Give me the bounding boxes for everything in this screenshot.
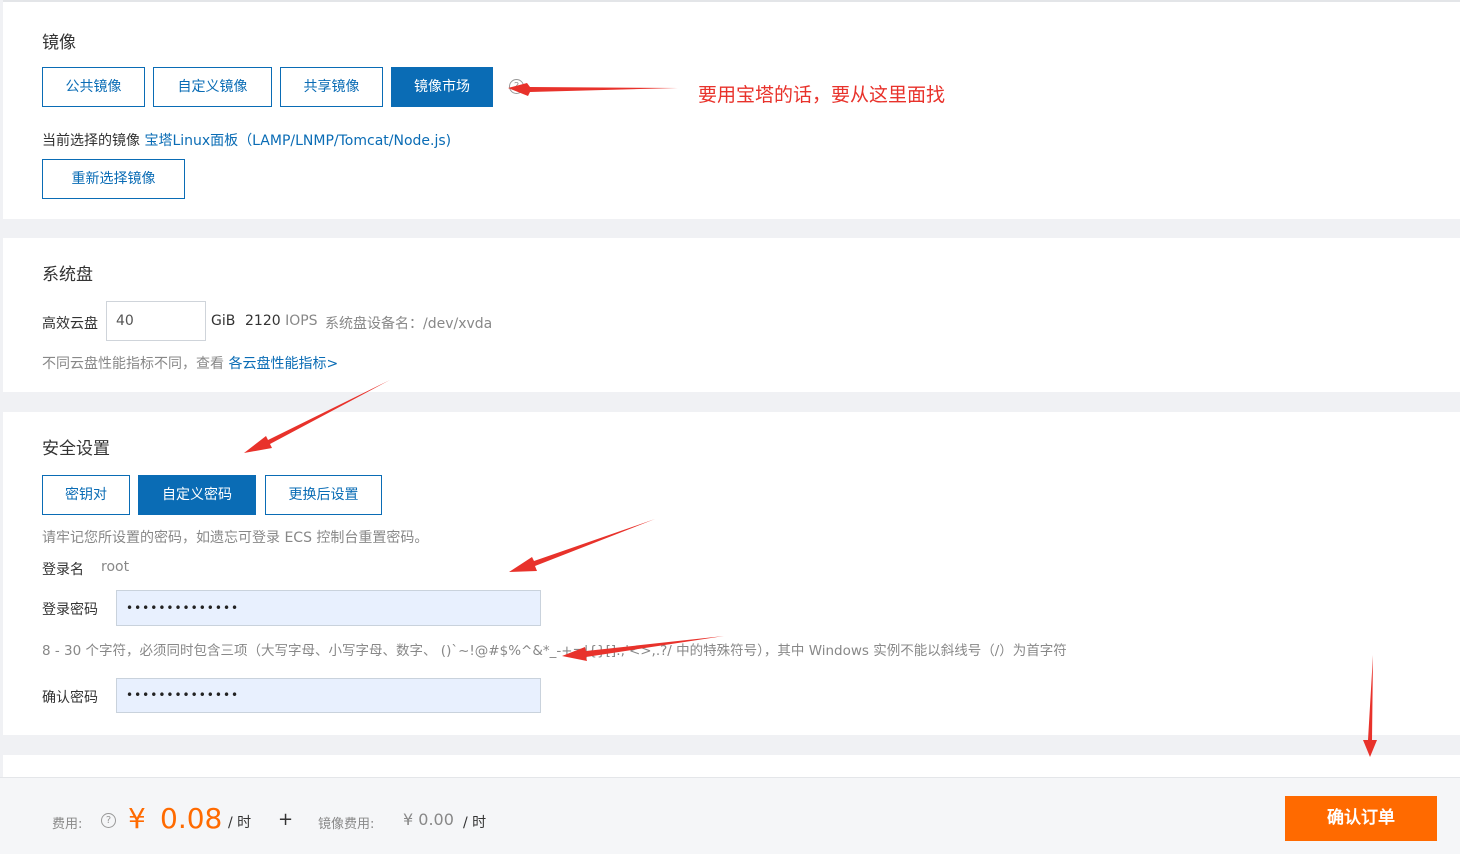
tab-custom-image[interactable]: 自定义镜像 xyxy=(153,67,272,107)
security-panel: 安全设置 密钥对 自定义密码 更换后设置 请牢记您所设置的密码，如遗忘可登录 E… xyxy=(3,412,1460,735)
fee-help-icon[interactable]: ? xyxy=(101,813,116,828)
disk-size-input[interactable]: 40 xyxy=(106,301,206,341)
iops-line: 2120 IOPS xyxy=(245,313,318,329)
fee-price: 0.08 xyxy=(160,802,223,835)
disk-performance-link[interactable]: 各云盘性能指标> xyxy=(228,356,338,372)
confirm-password-input[interactable]: •••••••••••••• xyxy=(116,678,541,713)
image-fee-per-hour: / 时 xyxy=(463,815,487,831)
image-section-title: 镜像 xyxy=(42,33,76,53)
password-input[interactable]: •••••••••••••• xyxy=(116,590,541,626)
confirm-password-label: 确认密码 xyxy=(42,690,98,706)
iops-unit: IOPS xyxy=(285,313,318,329)
tab-key-pair[interactable]: 密钥对 xyxy=(42,475,130,515)
image-fee-label: 镜像费用: xyxy=(318,817,375,832)
current-image-name[interactable]: 宝塔Linux面板 xyxy=(144,133,238,149)
security-title: 安全设置 xyxy=(42,439,110,459)
fee-currency: ¥ xyxy=(128,802,146,835)
password-reminder: 请牢记您所设置的密码，如遗忘可登录 ECS 控制台重置密码。 xyxy=(42,530,429,546)
tab-public-image[interactable]: 公共镜像 xyxy=(42,67,145,107)
tab-custom-password[interactable]: 自定义密码 xyxy=(138,475,256,515)
login-name-label: 登录名 xyxy=(42,562,84,578)
current-image-line: 当前选择的镜像 宝塔Linux面板（LAMP/LNMP/Tomcat/Node.… xyxy=(42,130,451,150)
iops-value: 2120 xyxy=(245,313,281,329)
disk-hint-text: 不同云盘性能指标不同，查看 xyxy=(42,356,224,372)
disk-unit: GiB xyxy=(211,313,236,329)
current-image-detail[interactable]: （LAMP/LNMP/Tomcat/Node.js) xyxy=(238,133,451,149)
help-icon[interactable]: ? xyxy=(509,79,524,94)
tab-shared-image[interactable]: 共享镜像 xyxy=(280,67,383,107)
next-panel xyxy=(3,755,1460,777)
login-name-value: root xyxy=(101,559,130,575)
reselect-image-button[interactable]: 重新选择镜像 xyxy=(42,159,185,199)
annotation-note: 要用宝塔的话，要从这里面找 xyxy=(698,84,946,106)
order-footer: 费用: ? ¥ 0.08 / 时 + 镜像费用: ¥ 0.00 / 时 确认订单 xyxy=(0,777,1460,854)
confirm-order-button[interactable]: 确认订单 xyxy=(1285,796,1437,841)
device-name: 系统盘设备名：/dev/xvda xyxy=(325,316,493,332)
plus-sign: + xyxy=(278,809,294,830)
image-panel: 镜像 公共镜像 自定义镜像 共享镜像 镜像市场 ? 当前选择的镜像 宝塔Linu… xyxy=(3,0,1460,219)
system-disk-title: 系统盘 xyxy=(42,265,93,285)
fee-label: 费用: xyxy=(52,817,83,832)
system-disk-panel: 系统盘 高效云盘 40 GiB 2120 IOPS 系统盘设备名：/dev/xv… xyxy=(3,238,1460,392)
tab-set-later[interactable]: 更换后设置 xyxy=(265,475,382,515)
disk-type-label: 高效云盘 xyxy=(42,316,98,332)
tab-image-market[interactable]: 镜像市场 xyxy=(391,67,493,107)
password-rule: 8 - 30 个字符，必须同时包含三项（大写字母、小写字母、数字、 ()`~!@… xyxy=(42,643,1067,659)
image-fee-value: ¥ 0.00 xyxy=(403,810,454,829)
current-image-prefix: 当前选择的镜像 xyxy=(42,133,140,149)
disk-hint: 不同云盘性能指标不同，查看 各云盘性能指标> xyxy=(42,353,338,373)
password-label: 登录密码 xyxy=(42,602,98,618)
fee-per-hour: / 时 xyxy=(228,815,252,831)
